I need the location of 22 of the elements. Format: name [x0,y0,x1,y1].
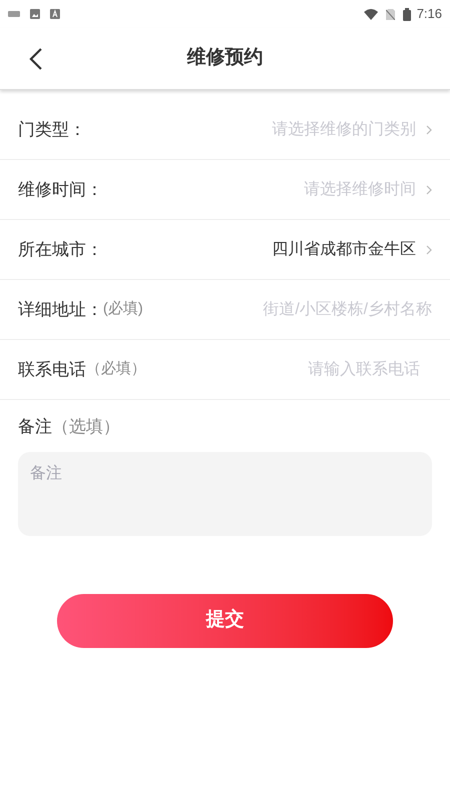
wifi-icon [364,8,378,20]
chevron-icon [426,184,432,194]
field-label: 门类型： [18,118,86,141]
battery-icon [402,8,411,20]
image-icon [30,9,40,19]
remarks-label: 备注 [18,416,52,438]
city-selector[interactable]: 四川省成都市金牛区 [272,238,432,262]
field-label: 所在城市： [18,238,103,261]
status-time: 7:16 [416,5,442,24]
optional-note: （选填） [52,416,120,438]
no-sim-icon [386,8,395,20]
required-note: (必填) [103,299,143,320]
page-title: 维修预约 [187,46,263,70]
chevron-icon [426,124,432,134]
field-label: 联系电话 [18,358,86,381]
remarks-field[interactable]: 备注 [18,452,432,536]
required-note: （必填） [86,359,146,380]
field-label: 维修时间： [18,178,103,201]
font-icon [50,9,60,19]
field-label: 详细地址： [18,298,103,321]
chevron-icon [426,244,432,254]
submit-button[interactable]: 提交 [57,594,393,648]
